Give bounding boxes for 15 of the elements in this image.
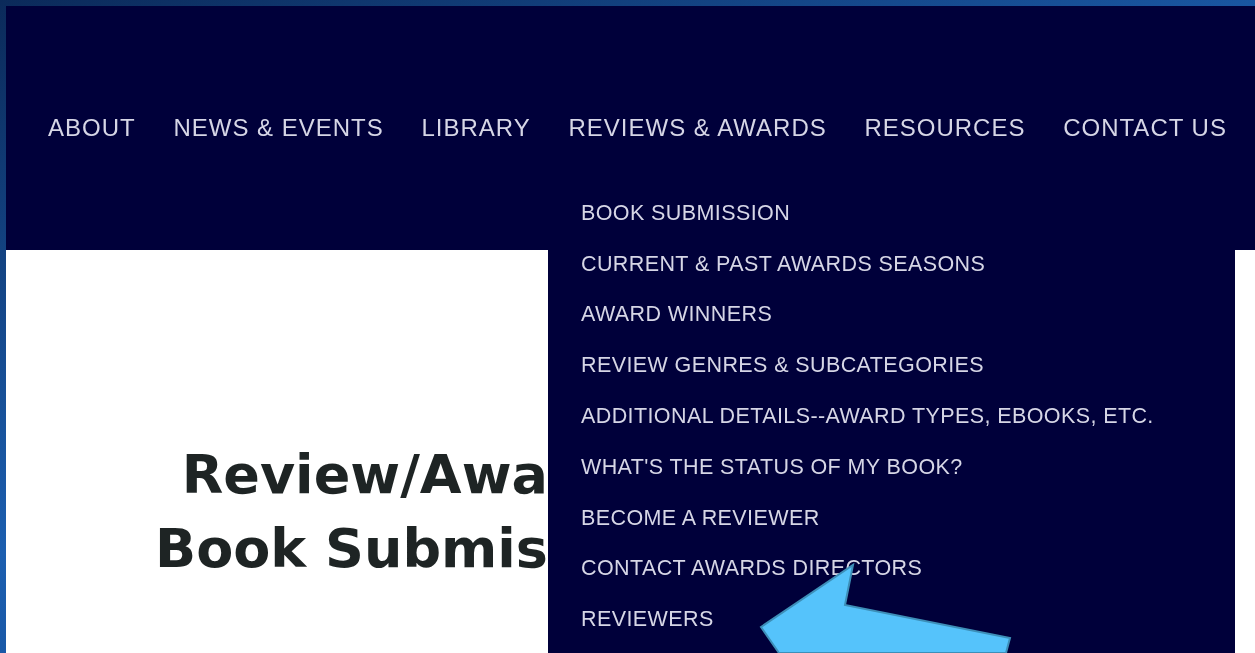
nav-link[interactable]: LIBRARY: [421, 114, 531, 142]
nav-link[interactable]: CONTACT US: [1063, 114, 1227, 142]
dropdown-item[interactable]: ADDITIONAL DETAILS--AWARD TYPES, EBOOKS, ETC.: [581, 391, 1154, 442]
nav-link[interactable]: NEWS & EVENTS: [173, 114, 384, 142]
dropdown-item[interactable]: REVIEW GENRES & SUBCATEGORIES: [581, 340, 985, 392]
nav-link[interactable]: ABOUT: [48, 114, 136, 142]
dropdown-item[interactable]: AWARD WINNERS: [581, 289, 773, 341]
page-heading: Review/Awa Book Submis: [154, 442, 548, 582]
dropdown-item[interactable]: REVIEWERS: [581, 594, 714, 646]
nav-link[interactable]: RESOURCES: [864, 114, 1026, 142]
dropdown-item[interactable]: WHAT'S THE STATUS OF MY BOOK?: [581, 442, 963, 493]
dropdown-item[interactable]: BECOME A REVIEWER: [581, 492, 820, 544]
dropdown-item[interactable]: CURRENT & PAST AWARDS SEASONS: [581, 238, 986, 290]
dropdown-item[interactable]: BOOK SUBMISSION: [581, 188, 791, 239]
nav-link[interactable]: REVIEWS & AWARDS: [568, 114, 827, 142]
